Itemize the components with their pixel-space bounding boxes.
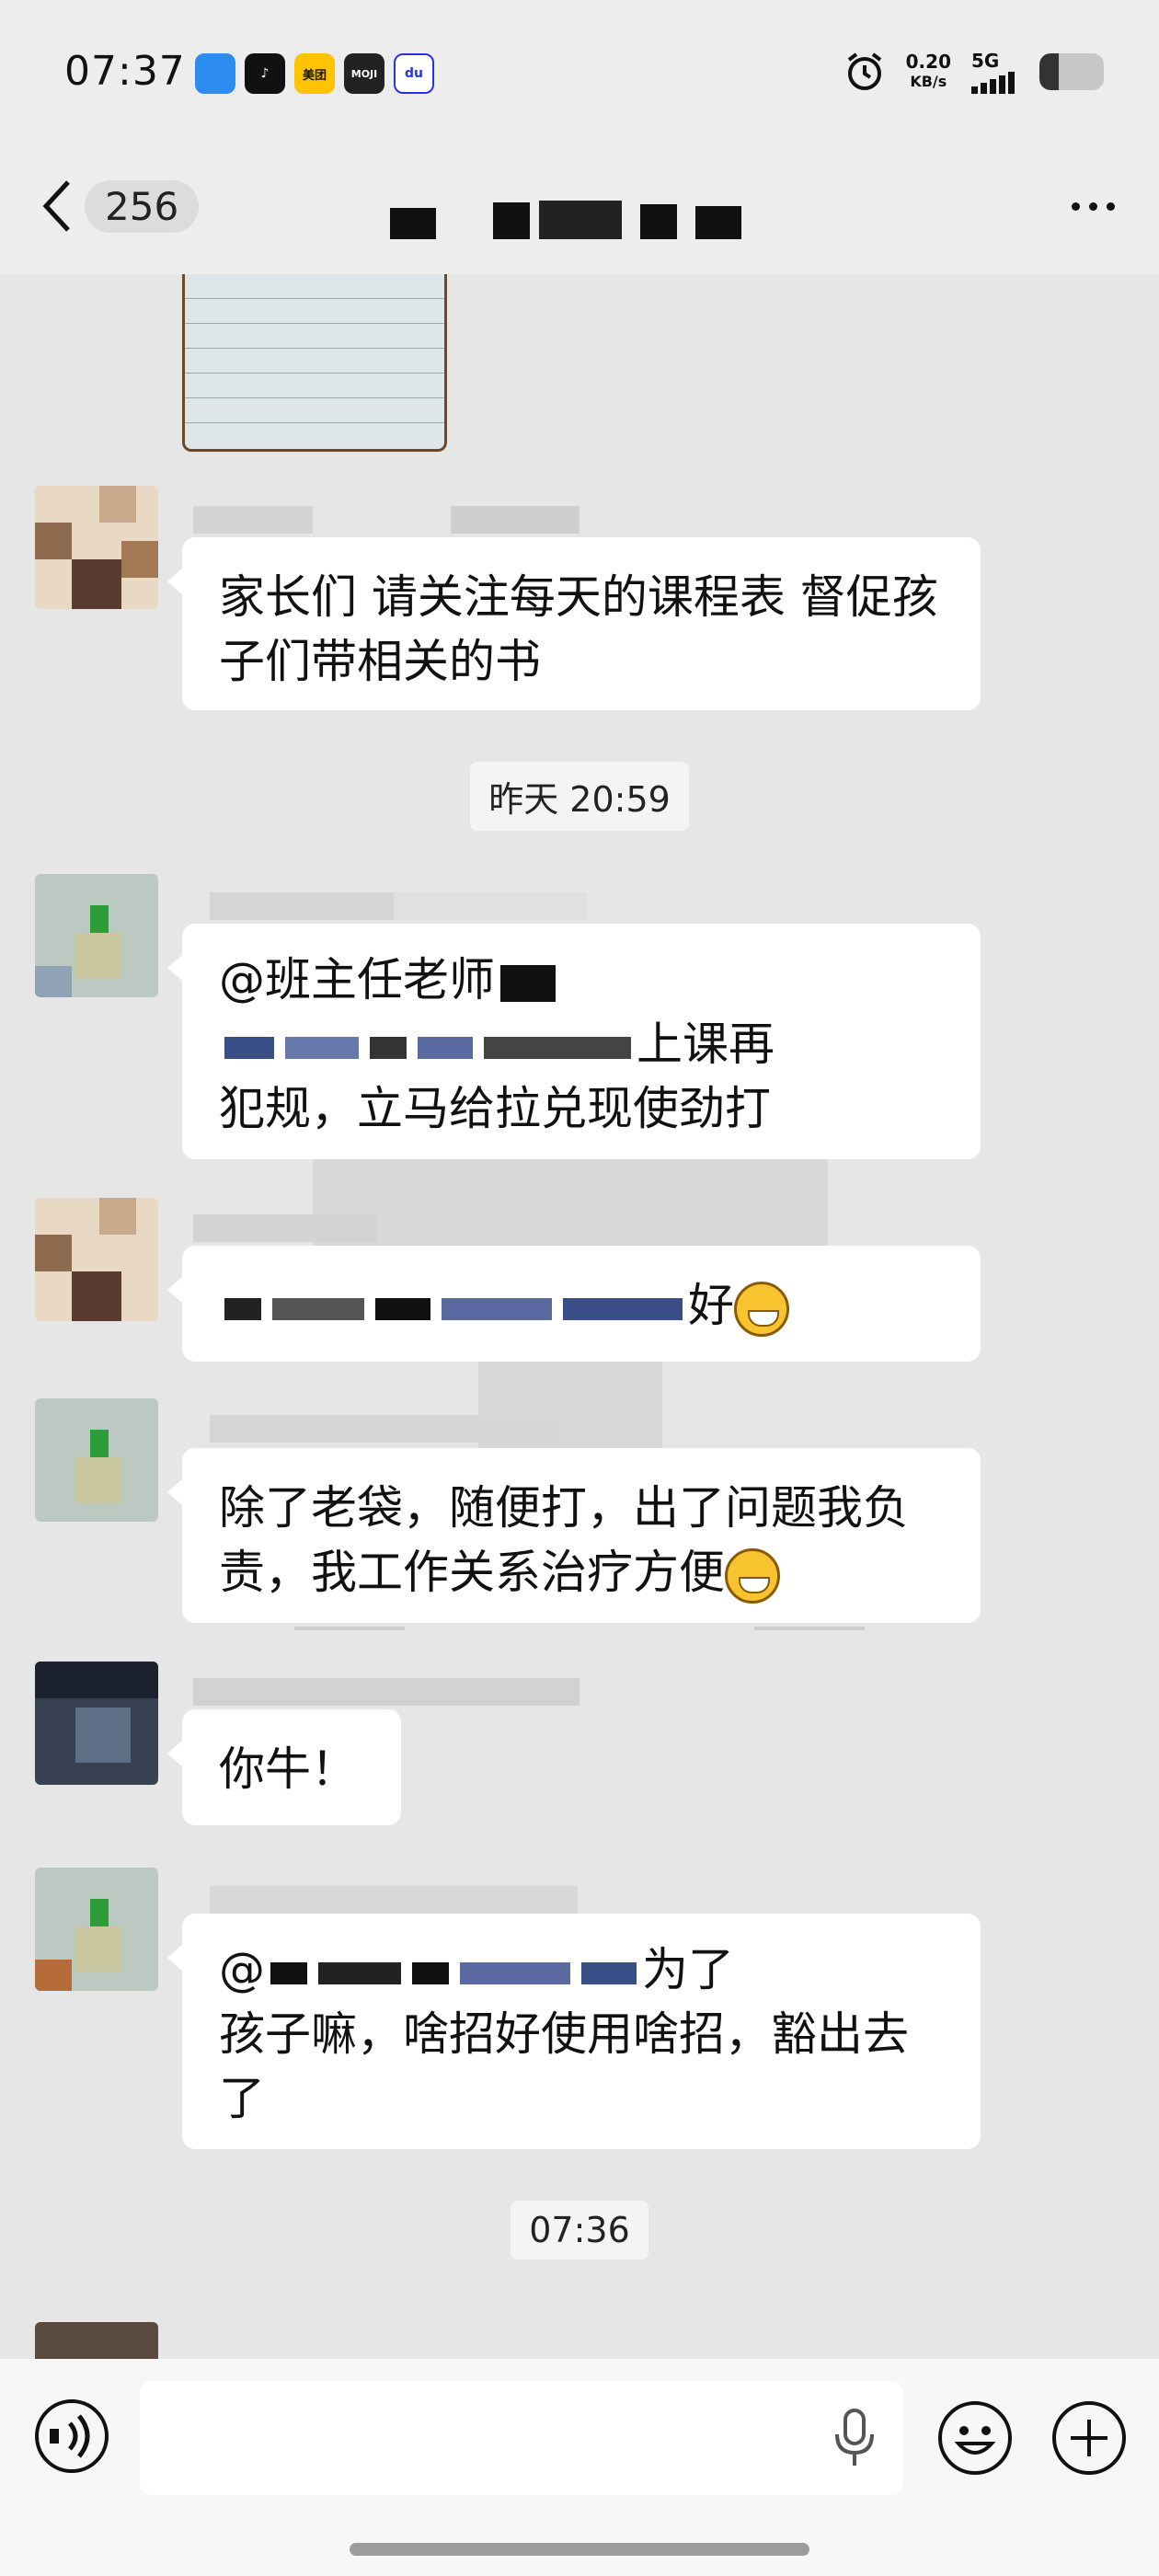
image-message[interactable]	[182, 274, 447, 452]
status-indicators: 0.20 KB/s 5G	[843, 50, 1104, 94]
message-text: 除了老袋，随便打，出了问题我负责，我工作关系治疗方便	[219, 1481, 909, 1599]
chat-title[interactable]	[368, 184, 754, 239]
emoji-picker-icon[interactable]	[936, 2399, 1014, 2477]
redacted-block	[390, 208, 436, 239]
sender-name-redacted	[193, 892, 589, 920]
message-bubble[interactable]: @班主任老师 上课再 犯规，立马给拉兑现使劲打	[167, 924, 981, 1159]
plus-icon[interactable]	[1050, 2399, 1128, 2477]
status-bar: 07:37 ♪ 美团 MOJI du 0.20 KB/s 5G	[0, 0, 1159, 156]
redacted-block	[442, 1297, 552, 1320]
cellular-signal: 5G	[971, 50, 1019, 94]
timestamp-text: 07:36	[511, 2201, 648, 2260]
message-text: 好	[688, 1279, 734, 1332]
battery-icon	[1039, 53, 1104, 90]
message-bubble[interactable]: @ 为了 孩子嘛，啥招好使用啥招，豁出去了	[167, 1914, 981, 2149]
message-bubble[interactable]: 好	[167, 1246, 981, 1362]
dot-icon	[1107, 202, 1115, 211]
redacted-block	[581, 1961, 637, 1984]
message-text: 犯规，立马给拉兑现使劲打	[219, 1082, 771, 1135]
sender-name-redacted	[193, 1214, 589, 1242]
moji-weather-icon: MOJI	[344, 53, 384, 94]
background-watermark	[294, 1627, 405, 1630]
message-text-input[interactable]	[140, 2381, 903, 2495]
chat-message-list[interactable]: 家长们 请关注每天的课程表 督促孩子们带相关的书 昨天 20:59 @班主任老师…	[0, 274, 1159, 2359]
message-input-bar	[0, 2359, 1159, 2576]
redacted-block	[539, 201, 622, 239]
message-bubble[interactable]: 家长们 请关注每天的课程表 督促孩子们带相关的书	[167, 537, 981, 710]
chevron-left-icon	[42, 180, 70, 232]
signal-bars-icon	[971, 72, 1015, 94]
status-time: 07:37	[64, 48, 186, 95]
avatar[interactable]	[35, 1398, 158, 1522]
redacted-block	[484, 1036, 631, 1059]
message-bubble[interactable]: 除了老袋，随便打，出了问题我负责，我工作关系治疗方便	[167, 1448, 981, 1623]
redacted-block	[285, 1036, 359, 1059]
timestamp: 昨天 20:59	[0, 762, 1159, 831]
unread-count-badge: 256	[85, 179, 200, 233]
dot-icon	[1089, 202, 1097, 211]
redacted-block	[224, 1297, 261, 1320]
redacted-block	[224, 1036, 274, 1059]
redacted-block	[695, 206, 741, 239]
avatar[interactable]	[35, 874, 158, 997]
timestamp-text: 昨天 20:59	[470, 762, 689, 831]
network-speed-unit: KB/s	[910, 73, 947, 90]
tiktok-icon: ♪	[245, 53, 285, 94]
avatar[interactable]	[35, 2322, 158, 2359]
redacted-block	[370, 1036, 407, 1059]
redacted-block	[563, 1297, 683, 1320]
sender-name-redacted	[193, 1886, 589, 1914]
back-button[interactable]: 256	[40, 178, 200, 234]
avatar[interactable]	[35, 1662, 158, 1785]
baidu-icon: du	[394, 53, 434, 94]
message-text: 你牛！	[219, 1742, 357, 1796]
microphone-icon[interactable]	[832, 2409, 878, 2467]
avatar[interactable]	[35, 486, 158, 609]
home-indicator[interactable]	[350, 2543, 809, 2556]
sender-name-redacted	[193, 1415, 589, 1443]
sender-name-redacted	[193, 506, 589, 534]
redacted-block	[460, 1961, 570, 1984]
redacted-block	[318, 1961, 401, 1984]
chat-header: 256	[0, 156, 1159, 274]
timestamp: 07:36	[0, 2201, 1159, 2260]
redacted-block	[412, 1961, 449, 1984]
dot-icon	[1072, 202, 1080, 211]
redacted-block	[375, 1297, 430, 1320]
more-options-button[interactable]	[1072, 202, 1115, 211]
sender-name-redacted	[193, 1678, 589, 1706]
redacted-block	[493, 202, 530, 239]
mention-text: @	[219, 1943, 265, 1996]
avatar[interactable]	[35, 1198, 158, 1321]
notification-app-icons: ♪ 美团 MOJI du	[195, 53, 434, 94]
grinning-emoji-icon	[725, 1547, 780, 1604]
message-text: 孩子嘛，啥招好使用啥招，豁出去了	[219, 2007, 909, 2125]
alarm-clock-icon	[847, 52, 881, 90]
grinning-emoji-icon	[734, 1281, 789, 1337]
message-bubble[interactable]: 你牛！	[167, 1709, 401, 1825]
network-speed: 0.20 KB/s	[906, 52, 951, 92]
redacted-block	[270, 1961, 307, 1984]
meituan-icon: 美团	[294, 53, 335, 94]
message-text: 上课再	[637, 1018, 775, 1071]
background-watermark	[754, 1627, 865, 1630]
network-type: 5G	[971, 50, 1000, 72]
redacted-block	[640, 204, 677, 239]
network-speed-value: 0.20	[905, 51, 951, 73]
battery-level	[1039, 53, 1059, 90]
browser-icon	[195, 53, 235, 94]
redacted-block	[272, 1297, 364, 1320]
mention-text: @班主任老师	[219, 953, 495, 1006]
redacted-block	[500, 964, 556, 1002]
voice-input-icon[interactable]	[33, 2398, 110, 2475]
message-text: 为了	[642, 1943, 734, 1996]
redacted-block	[418, 1036, 473, 1059]
avatar[interactable]	[35, 1868, 158, 1991]
message-text: 家长们 请关注每天的课程表 督促孩子们带相关的书	[219, 570, 938, 688]
